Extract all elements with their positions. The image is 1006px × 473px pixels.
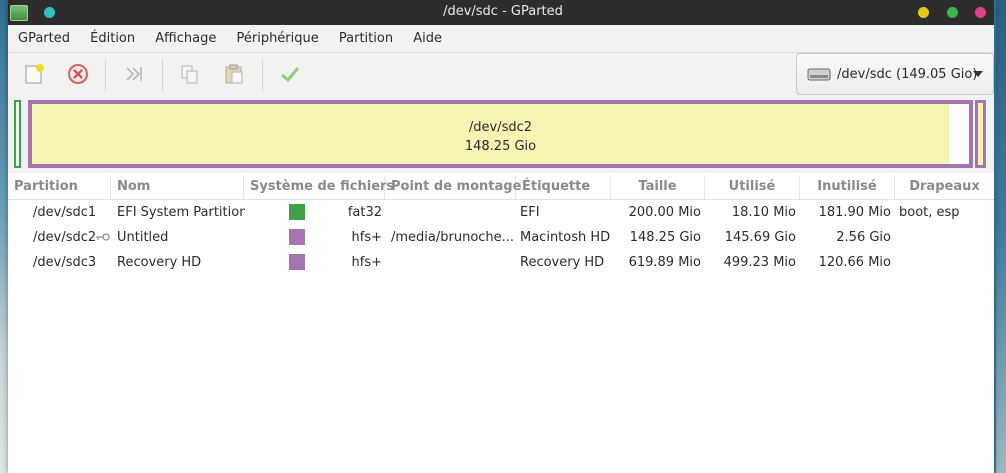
cell-mount-point: /media/brunoche... [391, 230, 514, 245]
cell-mount-point [391, 250, 514, 275]
toolbar-separator [162, 59, 163, 91]
table-row[interactable]: /dev/sdc3 Recovery HD hfs+ Recovery HD 619.8… [8, 250, 994, 275]
menu-gparted[interactable]: GParted [18, 25, 70, 52]
column-partition[interactable]: Partition [8, 175, 111, 199]
cell-unused: 181.90 Mio [818, 205, 891, 220]
cell-name: Recovery HD [117, 255, 202, 270]
menu-partition[interactable]: Partition [339, 25, 393, 52]
cell-filesystem: hfs+ [351, 230, 382, 245]
cell-label: EFI [520, 205, 540, 220]
column-nom[interactable]: Nom [111, 175, 244, 199]
menu-affichage[interactable]: Affichage [155, 25, 216, 52]
toolbar-separator [262, 59, 263, 91]
desktop-background-right [996, 0, 1006, 473]
column-systeme-de-fichiers[interactable]: Système de fichiers [244, 175, 394, 199]
cell-used: 145.69 Gio [724, 230, 796, 245]
close-button[interactable] [975, 7, 986, 18]
copy-icon [181, 65, 198, 84]
menu-aide[interactable]: Aide [413, 25, 442, 52]
cell-label: Recovery HD [520, 255, 605, 270]
column-taille[interactable]: Taille [611, 175, 705, 199]
disk-map-partition-sdc2[interactable]: /dev/sdc2 148.25 Gio [28, 100, 973, 168]
column-etiquette[interactable]: Étiquette [516, 175, 611, 199]
disk-map-partition-name: /dev/sdc2 [468, 120, 533, 135]
cell-size: 148.25 Gio [629, 230, 701, 245]
new-partition-icon [25, 64, 44, 84]
toolbar-separator [105, 59, 106, 91]
cell-name: EFI System Partition [117, 205, 245, 220]
cell-mount-point [391, 200, 514, 225]
cell-size: 619.89 Mio [628, 255, 701, 270]
delete-partition-button[interactable] [62, 59, 94, 89]
window-title: /dev/sdc - GParted [443, 4, 563, 19]
cell-filesystem: fat32 [347, 205, 382, 220]
filesystem-color-swatch [289, 204, 305, 220]
cell-unused: 2.56 Gio [836, 230, 891, 245]
toolbar: /dev/sdc (149.05 Gio) [8, 53, 994, 97]
apply-icon [281, 67, 300, 83]
paste-button[interactable] [218, 59, 250, 89]
paste-icon [225, 64, 243, 84]
partition-table: Partition Nom Système de fichiers Point … [8, 175, 994, 473]
menu-peripherique[interactable]: Périphérique [236, 25, 318, 52]
resize-move-icon [126, 67, 142, 81]
delete-partition-icon [68, 64, 88, 84]
column-drapeaux[interactable]: Drapeaux [895, 175, 994, 199]
apply-button[interactable] [274, 59, 306, 89]
new-partition-button[interactable] [18, 59, 50, 89]
device-label: /dev/sdc (149.05 Gio) [837, 66, 978, 82]
filesystem-color-swatch [289, 229, 305, 245]
cell-flags [899, 225, 993, 250]
cell-name: Untitled [117, 230, 169, 245]
menu-edition[interactable]: Édition [90, 25, 135, 52]
column-inutilise[interactable]: Inutilisé [800, 175, 895, 199]
table-row[interactable]: /dev/sdc2 Untitled hfs+/media/brunoche... M… [8, 225, 994, 250]
cell-partition: /dev/sdc1 [33, 205, 97, 220]
column-utilise[interactable]: Utilisé [705, 175, 800, 199]
disk-map-partition-sdc1[interactable] [14, 100, 21, 168]
disk-map: /dev/sdc2 148.25 Gio [8, 97, 994, 173]
cell-label: Macintosh HD [520, 230, 610, 245]
cell-unused: 120.66 Mio [818, 255, 891, 270]
table-row[interactable]: /dev/sdc1 EFI System Partition fat32 EFI 200… [8, 200, 994, 225]
cell-size: 200.00 Mio [628, 205, 701, 220]
desktop-background-left [0, 0, 8, 473]
cell-flags: boot, esp [899, 205, 960, 220]
minimize-button[interactable] [918, 7, 929, 18]
cell-flags [899, 250, 993, 275]
cell-filesystem: hfs+ [351, 255, 382, 270]
menu-bar: GParted Édition Affichage Périphérique P… [8, 25, 994, 53]
gparted-window: /dev/sdc - GParted GParted Édition Affic… [8, 0, 994, 473]
copy-button[interactable] [174, 59, 206, 89]
disk-map-partition-sdc3[interactable] [975, 100, 986, 168]
table-header: Partition Nom Système de fichiers Point … [8, 175, 994, 200]
device-selector[interactable]: /dev/sdc (149.05 Gio) [796, 53, 994, 95]
filesystem-color-swatch [289, 254, 305, 270]
disk-map-partition-size: 148.25 Gio [464, 139, 537, 154]
disk-map-partition-label: /dev/sdc2 148.25 Gio [32, 118, 969, 156]
cell-used: 18.10 Mio [731, 205, 796, 220]
cell-partition: /dev/sdc3 [33, 255, 97, 270]
title-bar[interactable]: /dev/sdc - GParted [8, 0, 994, 25]
maximize-button[interactable] [947, 7, 958, 18]
chevron-down-icon [973, 71, 983, 77]
mounted-key-icon [96, 233, 110, 241]
column-point-de-montage[interactable]: Point de montage [385, 175, 521, 199]
resize-move-button[interactable] [118, 59, 150, 89]
hard-disk-icon [807, 68, 831, 81]
cell-used: 499.23 Mio [723, 255, 796, 270]
